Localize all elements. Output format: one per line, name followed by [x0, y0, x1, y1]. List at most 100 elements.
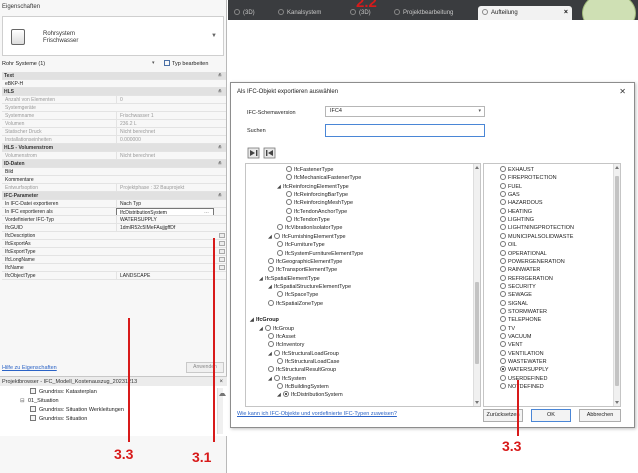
project-tree-item[interactable]: Grundriss: Katasterplan — [30, 388, 97, 397]
collapse-icon[interactable]: ≚ — [218, 192, 222, 199]
radio-button[interactable] — [277, 383, 283, 390]
radio-button[interactable] — [500, 232, 506, 239]
edit-value-icon[interactable] — [219, 257, 225, 262]
ifc-class-item[interactable]: IfcTendonAnchorType — [286, 207, 347, 216]
radio-button[interactable] — [500, 174, 506, 181]
ifc-class-item[interactable]: ◢ IfcFurnishingElementType — [268, 232, 346, 241]
browse-icon[interactable]: … — [204, 208, 209, 215]
edit-type-button[interactable]: Typ bearbeiten — [164, 60, 208, 67]
radio-button[interactable] — [500, 216, 506, 223]
edit-value-icon[interactable] — [219, 241, 225, 246]
predefined-type-item[interactable]: STORMWATER — [500, 307, 547, 316]
radio-button[interactable] — [286, 166, 292, 172]
radio-button[interactable] — [500, 291, 506, 298]
predefined-type-item[interactable]: SIGNAL — [500, 299, 528, 308]
scroll-up-icon[interactable] — [475, 166, 479, 169]
radio-button[interactable] — [500, 257, 506, 264]
edit-value-icon[interactable] — [219, 233, 225, 238]
radio-button[interactable] — [500, 207, 506, 214]
radio-button[interactable] — [277, 224, 283, 231]
top-tab-3[interactable]: Projektbearbeitung — [390, 6, 476, 20]
chevron-down-icon[interactable]: ▼ — [211, 33, 217, 39]
radio-button[interactable] — [277, 249, 283, 256]
radio-button[interactable] — [500, 249, 506, 256]
ifc-class-item[interactable]: IfcInventory — [268, 341, 304, 349]
radio-button[interactable] — [500, 166, 506, 172]
radio-button[interactable] — [500, 333, 506, 339]
predefined-type-item[interactable]: REFRIGERATION — [500, 274, 553, 283]
radio-button[interactable] — [500, 224, 506, 231]
radio-button[interactable] — [286, 199, 292, 206]
radio-button[interactable] — [274, 349, 280, 356]
close-icon[interactable]: ✕ — [619, 87, 626, 96]
radio-button[interactable] — [286, 191, 292, 198]
radio-button[interactable] — [500, 241, 506, 248]
predefined-type-item[interactable]: HEATING — [500, 207, 532, 216]
ifc-class-item[interactable]: IfcReinforcingBarType — [286, 191, 348, 199]
ok-button[interactable]: OK — [531, 409, 571, 422]
predefined-type-item[interactable]: USERDEFINED — [500, 374, 547, 383]
radio-button[interactable] — [500, 349, 506, 356]
radio-button[interactable] — [500, 191, 506, 198]
radio-button[interactable] — [286, 216, 292, 223]
radio-button[interactable] — [277, 241, 283, 248]
radio-button[interactable] — [500, 366, 506, 373]
top-tab-1[interactable]: Kanalsystem — [274, 6, 344, 20]
predefined-type-item[interactable]: VACUUM — [500, 333, 531, 341]
scroll-down-icon[interactable] — [615, 401, 619, 404]
predefined-type-item[interactable]: TV — [500, 324, 515, 333]
scroll-thumb[interactable] — [615, 176, 619, 386]
radio-button[interactable] — [265, 324, 271, 331]
project-tree-item[interactable]: Grundriss: Situation Werkleitungen — [30, 406, 124, 415]
predefined-type-item[interactable]: EXHAUST — [500, 166, 534, 174]
ifc-class-item[interactable]: ◢ IfcSpatialStructureElementType — [268, 283, 351, 291]
ifc-class-item[interactable]: ◢ IfcReinforcingElementType — [277, 183, 349, 191]
predefined-type-item[interactable]: LIGHTNINGPROTECTION — [500, 224, 574, 232]
radio-button[interactable] — [500, 299, 506, 306]
close-icon[interactable]: × — [564, 6, 568, 20]
radio-button[interactable] — [277, 291, 283, 298]
collapse-icon[interactable]: ≚ — [218, 144, 222, 151]
property-section[interactable]: HLS - Volumenstrom ≚ — [2, 144, 226, 152]
search-input[interactable] — [325, 124, 485, 137]
ifc-class-item[interactable]: IfcReinforcingMeshType — [286, 199, 353, 207]
property-section[interactable]: ID-Daten ≚ — [2, 160, 226, 168]
top-tab-4[interactable]: Aufteilung × — [478, 6, 572, 20]
edit-value-icon[interactable] — [219, 265, 225, 270]
scroll-down-icon[interactable] — [475, 401, 479, 404]
property-value[interactable]: LANDSCAPE — [116, 272, 214, 279]
radio-button[interactable] — [500, 307, 506, 314]
expand-all-icon[interactable] — [247, 147, 261, 159]
property-value[interactable]: Nach Typ — [116, 200, 214, 207]
ifc-class-item[interactable]: IfcGeographicElementType — [268, 257, 342, 266]
project-tree-item[interactable]: Grundriss: Situation — [30, 415, 87, 424]
project-browser-scrollbar[interactable] — [217, 388, 226, 434]
radio-button[interactable] — [283, 391, 289, 398]
radio-button[interactable] — [500, 316, 506, 323]
property-value[interactable]: IfcDistributionSystem — [116, 208, 214, 215]
filter-dropdown-icon[interactable]: ▾ — [152, 60, 160, 68]
radio-button[interactable] — [274, 232, 280, 239]
radio-button[interactable] — [277, 358, 283, 365]
close-icon[interactable]: × — [219, 377, 223, 386]
project-tree-item[interactable]: ⊟ 01_Situation — [20, 397, 59, 406]
radio-button[interactable] — [500, 324, 506, 331]
property-section[interactable]: IFC-Parameter ≚ — [2, 192, 226, 200]
type-list-scrollbar[interactable] — [613, 164, 620, 406]
expand-arrow-icon[interactable]: ◢ — [268, 233, 274, 241]
type-selector[interactable]: Rohrsystem Frischwasser ▼ — [2, 16, 224, 56]
predefined-type-item[interactable]: FIREPROTECTION — [500, 174, 557, 182]
radio-button[interactable] — [268, 299, 274, 306]
ifc-class-item[interactable]: IfcSystemFurnitureElementType — [277, 249, 363, 258]
ifc-class-item[interactable]: IfcSpaceType — [277, 291, 318, 299]
property-value[interactable]: 1dmlR52c5IMeFAujjgffDf — [116, 224, 214, 231]
predefined-type-item[interactable]: SEWAGE — [500, 291, 532, 299]
predefined-type-item[interactable]: OPERATIONAL — [500, 249, 547, 258]
expand-arrow-icon[interactable]: ◢ — [268, 375, 274, 383]
ifc-class-item[interactable]: IfcSpatialZoneType — [268, 299, 323, 308]
ifc-class-item[interactable]: ◢ IfcGroup — [259, 324, 294, 333]
predefined-type-item[interactable]: RAINWATER — [500, 266, 540, 274]
radio-button[interactable] — [268, 366, 274, 373]
apply-button[interactable]: Anwenden — [186, 362, 224, 373]
radio-button[interactable] — [268, 333, 274, 339]
